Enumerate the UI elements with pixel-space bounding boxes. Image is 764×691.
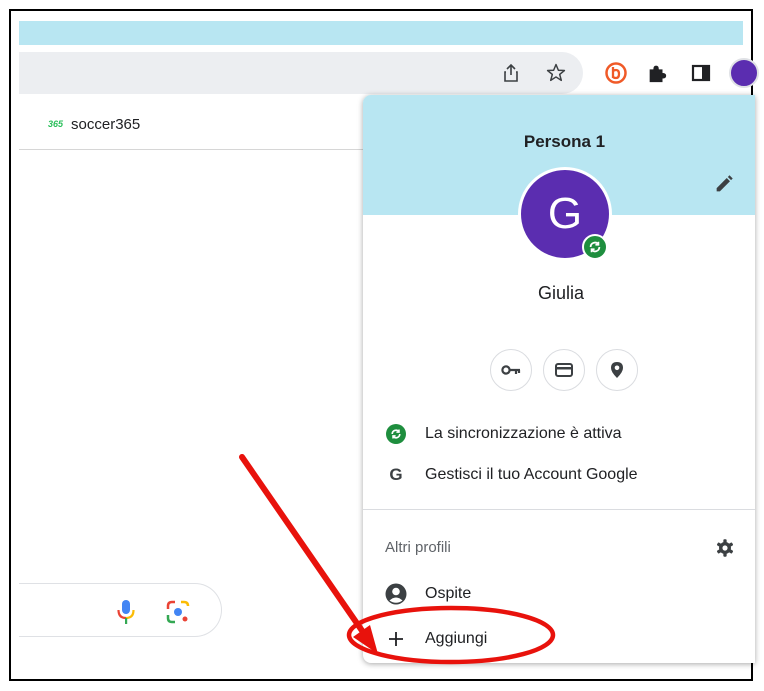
guest-avatar-icon xyxy=(385,583,407,605)
bookmark-soccer365[interactable]: 365 soccer365 xyxy=(48,116,140,133)
profile-title: Persona 1 xyxy=(523,132,606,151)
sync-icon xyxy=(385,423,407,445)
google-g-icon: G xyxy=(389,465,403,484)
guest-profile-row[interactable]: Ospite xyxy=(385,583,471,605)
add-profile-label: Aggiungi xyxy=(425,630,488,647)
passwords-key-icon[interactable] xyxy=(490,349,532,391)
profile-menu: Persona 1 G Giulia La sincronizzazione è… xyxy=(363,95,755,663)
other-profiles-label: Altri profili xyxy=(385,539,451,556)
sync-status-label: La sincronizzazione è attiva xyxy=(425,425,622,442)
edit-pencil-icon[interactable] xyxy=(713,173,737,197)
extensions-puzzle-icon[interactable] xyxy=(644,60,670,86)
voice-search-icon[interactable] xyxy=(115,598,137,624)
extension-b-icon[interactable] xyxy=(603,60,629,86)
manage-account-row[interactable]: G Gestisci il tuo Account Google xyxy=(385,464,638,486)
google-search-box[interactable] xyxy=(19,583,222,637)
bookmark-label: soccer365 xyxy=(71,116,141,133)
lens-search-icon[interactable] xyxy=(165,599,191,625)
soccer365-favicon-icon: 365 xyxy=(48,119,64,129)
tab-strip xyxy=(19,21,743,45)
plus-icon xyxy=(385,628,407,650)
profile-avatar-icon[interactable] xyxy=(729,58,759,88)
manage-account-label: Gestisci il tuo Account Google xyxy=(425,466,638,483)
side-panel-icon[interactable] xyxy=(688,60,714,86)
bookmark-star-icon[interactable] xyxy=(543,60,569,86)
bookmarks-bar: 365 soccer365 xyxy=(19,98,363,150)
gear-icon[interactable] xyxy=(714,537,736,559)
profile-name: Giulia xyxy=(537,283,585,303)
sync-badge-icon xyxy=(582,234,608,260)
sync-status-row[interactable]: La sincronizzazione è attiva xyxy=(385,423,622,445)
addresses-pin-icon[interactable] xyxy=(596,349,638,391)
add-profile-row[interactable]: Aggiungi xyxy=(385,628,487,650)
share-icon[interactable] xyxy=(498,60,524,86)
guest-label: Ospite xyxy=(425,585,472,602)
menu-divider xyxy=(363,509,755,510)
payment-card-icon[interactable] xyxy=(543,349,585,391)
